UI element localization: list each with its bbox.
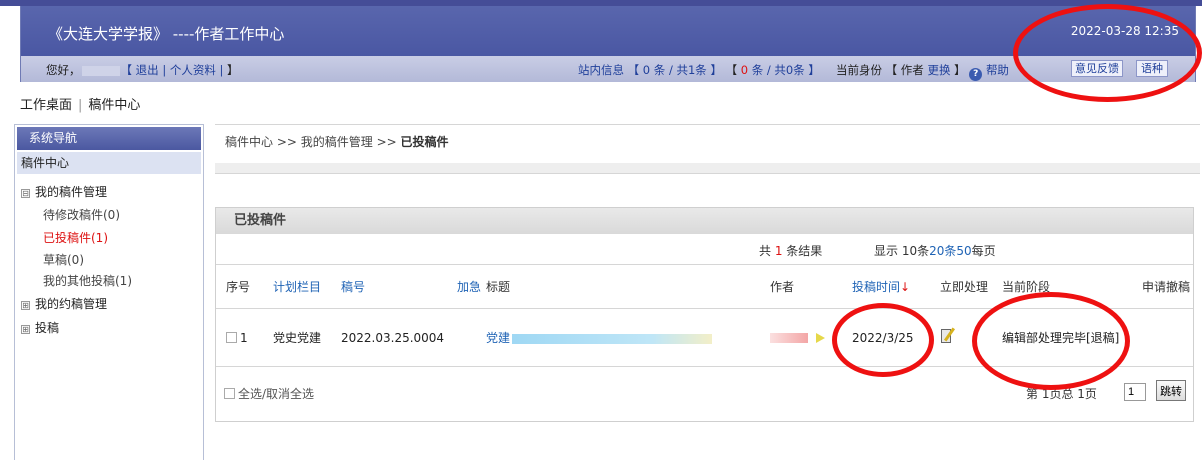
site-title: 《大连大学学报》 ----作者工作中心: [48, 25, 285, 43]
unread-suffix[interactable]: 条 / 共0条 】: [748, 63, 820, 77]
collapse-icon[interactable]: ⊟: [21, 189, 30, 198]
cell-stage: 编辑部处理完毕[退稿]: [992, 308, 1132, 367]
username-redacted: [81, 65, 120, 76]
manuscript-table: 序号 计划栏目 稿号 加急 标题 作者 投稿时间↓ 立即处理 当前阶段 申请撤稿…: [216, 264, 1193, 367]
expand-icon[interactable]: ⊞: [21, 301, 30, 310]
sidebar-item-pending-revision[interactable]: 待修改稿件(0): [43, 206, 120, 223]
user-greeting: 您好， 【 退出 | 个人资料 | 】: [46, 62, 239, 78]
col-withdraw: 申请撤稿: [1132, 264, 1193, 309]
group-label: 我的稿件管理: [35, 185, 108, 199]
row-number: 1: [240, 330, 248, 345]
unread-count: 0: [740, 63, 749, 77]
select-all-label: 全选/取消全选: [238, 387, 315, 401]
language-button[interactable]: 语种: [1136, 60, 1168, 77]
feedback-button[interactable]: 意见反馈: [1071, 60, 1123, 77]
title-redacted: [512, 333, 713, 344]
jump-button[interactable]: 跳转: [1156, 380, 1186, 401]
col-stage: 当前阶段: [992, 264, 1132, 309]
page-size-options: 显示 10条20条50每页: [874, 242, 996, 259]
sidebar-item-submitted[interactable]: 已投稿件(1): [43, 229, 108, 246]
page-number-input[interactable]: [1124, 383, 1146, 401]
col-author: 作者: [760, 264, 842, 309]
table-header-row: 序号 计划栏目 稿号 加急 标题 作者 投稿时间↓ 立即处理 当前阶段 申请撤稿: [216, 264, 1193, 309]
breadcrumb-separator: >>: [273, 135, 301, 149]
unread-prefix: 【: [725, 63, 741, 77]
cell-submit-time: 2022/3/25: [842, 308, 930, 367]
breadcrumb-my-manuscripts[interactable]: 我的稿件管理: [301, 135, 373, 149]
page-size-20-link[interactable]: 20条: [929, 244, 956, 258]
sidebar-item-other-submissions[interactable]: 我的其他投稿(1): [43, 272, 132, 289]
table-row: 1 党史党建 2022.03.25.0004 党建 2022/3/25 编辑部处…: [216, 308, 1193, 367]
summary-prefix: 共: [759, 244, 775, 258]
breadcrumb-separator: >>: [372, 135, 401, 149]
breadcrumb-current: 已投稿件: [400, 135, 449, 149]
col-manuscript-no[interactable]: 稿号: [331, 264, 447, 309]
summary-suffix: 条结果: [782, 244, 823, 258]
col-no: 序号: [216, 264, 263, 309]
page-size-50-link[interactable]: 50: [956, 244, 971, 258]
col-column[interactable]: 计划栏目: [263, 264, 331, 309]
messages-link[interactable]: 站内信息 【 0 条 / 共1条 】: [578, 63, 722, 77]
result-count: 共 1 条结果: [759, 242, 822, 259]
cell-column: 党史党建: [263, 308, 331, 367]
group-label: 我的约稿管理: [35, 297, 108, 311]
cell-title: 党建: [484, 308, 760, 367]
sidebar-section-manuscript-center[interactable]: 稿件中心: [17, 152, 201, 174]
sidebar-group-my-manuscripts[interactable]: ⊟ 我的稿件管理: [21, 183, 107, 200]
sidebar-group-solicited[interactable]: ⊞ 我的约稿管理: [21, 295, 107, 312]
current-datetime: 2022-03-28 12:35: [1070, 24, 1179, 38]
select-all-toggle[interactable]: 全选/取消全选: [224, 385, 314, 402]
row-checkbox[interactable]: [226, 331, 237, 343]
group-label: 投稿: [35, 321, 60, 335]
help-icon[interactable]: ?: [969, 68, 983, 81]
switch-role-link[interactable]: 更换: [927, 63, 950, 77]
header-toolbar: 您好， 【 退出 | 个人资料 | 】 站内信息 【 0 条 / 共1条 】 【 …: [21, 56, 1195, 82]
breadcrumb-bar: 稿件中心 >> 我的稿件管理 >> 已投稿件: [215, 124, 1200, 174]
bracket-close: 】: [227, 63, 239, 77]
expand-icon[interactable]: ⊞: [21, 325, 30, 334]
identity-label: 当前身份 【 作者: [836, 63, 924, 77]
nav-desktop-link[interactable]: 工作桌面: [20, 98, 72, 113]
top-nav: 工作桌面 | 稿件中心: [20, 94, 140, 113]
select-all-checkbox[interactable]: [224, 388, 235, 399]
sidebar: 系统导航 稿件中心 ⊟ 我的稿件管理 待修改稿件(0) 已投稿件(1) 草稿(0)…: [14, 124, 204, 460]
identity-close: 】: [954, 63, 966, 77]
profile-link[interactable]: | 个人资料 |: [162, 63, 223, 77]
sidebar-group-submit[interactable]: ⊞ 投稿: [21, 319, 59, 336]
col-urgent[interactable]: 加急: [447, 264, 484, 309]
help-link[interactable]: 帮助: [986, 63, 1009, 77]
cell-withdraw: [1132, 308, 1193, 367]
submit-time-label[interactable]: 投稿时间: [852, 280, 900, 294]
nav-separator: |: [78, 98, 83, 113]
nav-manuscript-center-link[interactable]: 稿件中心: [88, 98, 140, 113]
cell-no: 1: [216, 308, 263, 367]
messages-info: 站内信息 【 0 条 / 共1条 】 【 0 条 / 共0条 】: [578, 62, 820, 78]
cell-manuscript-no: 2022.03.25.0004: [331, 308, 447, 367]
author-redacted: [770, 333, 808, 343]
panel-title: 已投稿件: [216, 208, 1193, 234]
submitted-manuscripts-panel: 已投稿件 共 1 条结果 显示 10条20条50每页 序号 计划栏目 稿号 加急…: [215, 207, 1194, 422]
edit-icon[interactable]: [940, 327, 958, 345]
page-size-suffix: 每页: [971, 244, 996, 258]
sort-desc-icon[interactable]: ↓: [900, 280, 910, 294]
header-banner: 《大连大学学报》 ----作者工作中心 2022-03-28 12:35: [21, 6, 1195, 56]
sidebar-item-drafts[interactable]: 草稿(0): [43, 251, 84, 268]
sidebar-header: 系统导航: [17, 127, 201, 150]
page-info: 第 1页总 1页: [1026, 387, 1097, 401]
cell-process: [930, 308, 992, 367]
breadcrumb-manuscript-center[interactable]: 稿件中心: [225, 135, 273, 149]
page-size-10[interactable]: 显示 10条: [874, 244, 929, 258]
arrow-icon: [816, 333, 825, 343]
col-title: 标题: [484, 264, 760, 309]
col-submit-time[interactable]: 投稿时间↓: [842, 264, 930, 309]
header: 《大连大学学报》 ----作者工作中心 2022-03-28 12:35 您好，…: [20, 6, 1196, 82]
cell-author: [760, 308, 842, 367]
greeting-text: 您好，: [46, 63, 81, 77]
title-link[interactable]: 党建: [486, 331, 510, 345]
identity-info: 当前身份 【 作者 更换 】 ? 帮助: [836, 62, 1009, 81]
logout-link[interactable]: 【 退出: [121, 63, 159, 77]
breadcrumb: 稿件中心 >> 我的稿件管理 >> 已投稿件: [225, 133, 449, 150]
cell-urgent: [447, 308, 484, 367]
col-process: 立即处理: [930, 264, 992, 309]
